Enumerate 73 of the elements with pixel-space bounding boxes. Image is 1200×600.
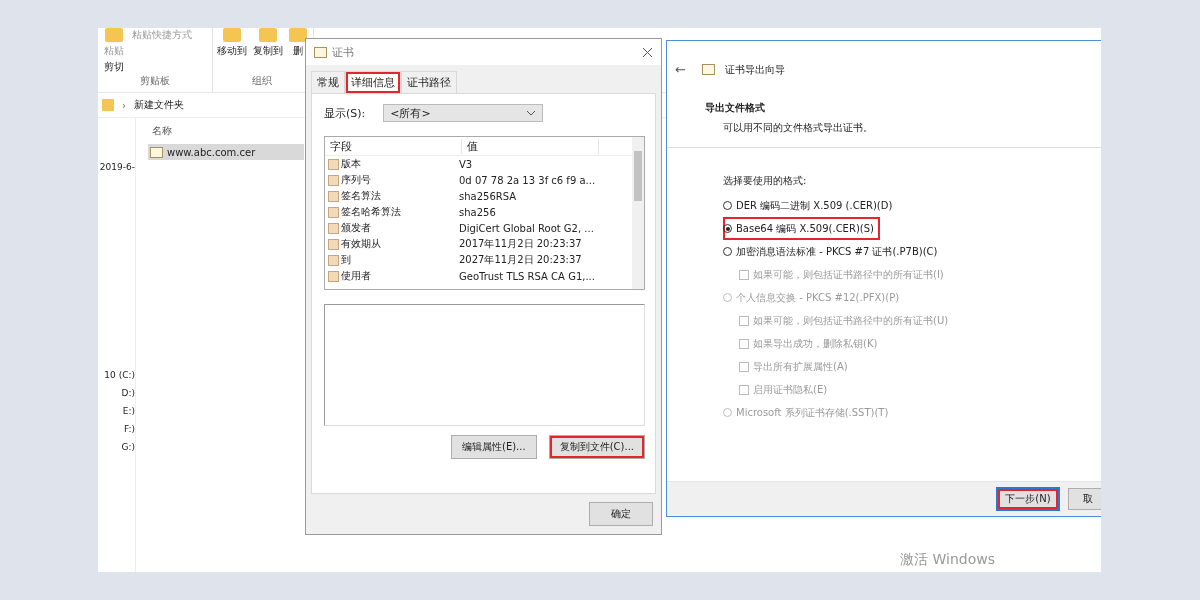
back-arrow-icon[interactable]: ←	[675, 62, 686, 77]
table-cell-text: sha256RSA	[458, 190, 517, 202]
table-cell: 到	[325, 253, 454, 267]
folder-icon	[105, 28, 123, 42]
table-cell: 有效期从	[325, 237, 454, 251]
folder-icon	[223, 28, 241, 42]
table-cell-text: 2027年11月2日 20:23:37	[458, 253, 582, 267]
nav-item[interactable]: E:)	[122, 402, 135, 420]
column-header[interactable]: 字段	[325, 138, 462, 154]
table-cell: 签名哈希算法	[325, 205, 454, 219]
certificate-icon	[314, 46, 327, 58]
field-icon	[328, 206, 339, 218]
table-cell: 使用者	[325, 269, 454, 283]
table-cell-text: 0d 07 78 2a 13 3f c6 f9 a...	[458, 174, 596, 186]
table-cell-text: sha256	[458, 206, 496, 218]
breadcrumb-item[interactable]: 新建文件夹	[134, 98, 184, 112]
nav-item[interactable]: G:)	[121, 438, 135, 456]
field-icon	[328, 174, 339, 186]
certificate-icon	[150, 146, 163, 158]
certificate-icon	[701, 64, 715, 75]
nav-item[interactable]: F:)	[123, 420, 135, 438]
table-cell: 序列号	[325, 173, 454, 187]
field-icon	[328, 190, 339, 202]
field-icon	[328, 238, 339, 250]
scrollbar[interactable]	[632, 137, 644, 289]
table-cell: 版本	[325, 157, 454, 171]
prompt-text: 选择要使用的格式:	[723, 174, 808, 188]
column-header[interactable]: 名称	[148, 124, 304, 138]
section-description: 可以用不同的文件格式导出证书。	[722, 121, 874, 135]
folder-icon	[102, 99, 114, 111]
field-label: 显示(S):	[324, 105, 366, 121]
field-icon	[328, 254, 339, 266]
wizard-button[interactable]: 取	[1068, 488, 1101, 510]
folder-icon	[259, 28, 277, 42]
table-cell-text: GeoTrust TLS RSA CA G1,...	[458, 270, 595, 282]
ribbon-group-label: 剪贴板	[140, 74, 170, 88]
field-icon	[328, 270, 339, 282]
radio-option[interactable]: DER 编码二进制 X.509 (.CER)(D)	[723, 194, 899, 217]
nav-item[interactable]: D:)	[121, 384, 135, 402]
chevron-down-icon	[526, 110, 537, 116]
tab[interactable]: 常规	[311, 71, 345, 93]
chevron-icon: ›	[122, 99, 126, 111]
dropdown[interactable]: <所有>	[383, 104, 544, 122]
table-cell-text: DigiCert Global Root G2, ...	[458, 222, 594, 234]
ok-button[interactable]: 确定	[589, 502, 653, 526]
radio-option[interactable]: 加密消息语法标准 - PKCS #7 证书(.P7B)(C)	[723, 240, 944, 263]
wizard-title: 证书导出向导	[724, 62, 785, 77]
dialog-button[interactable]: 编辑属性(E)...	[451, 435, 537, 459]
table-cell: 签名算法	[325, 189, 454, 203]
ribbon-button[interactable]: 移动到	[217, 28, 247, 58]
close-icon[interactable]	[642, 46, 653, 58]
ribbon-group-label: 组织	[252, 74, 272, 88]
folder-icon	[289, 28, 307, 42]
nav-item[interactable]: 10 (C:)	[104, 366, 135, 384]
ribbon-button[interactable]: 复制到	[253, 28, 283, 58]
window-title: 证书	[332, 44, 355, 60]
activation-notice: 激活 Windows	[900, 550, 995, 568]
tab[interactable]: 证书路径	[401, 71, 457, 93]
section-heading: 导出文件格式	[705, 101, 766, 115]
table-cell-text: V3	[458, 158, 473, 170]
table-cell: 颁发者	[325, 221, 454, 235]
radio-option[interactable]: Base64 编码 X.509(.CER)(S)	[723, 217, 880, 240]
table-cell-text: 2017年11月2日 20:23:37	[458, 237, 582, 251]
column-header[interactable]: 值	[462, 138, 599, 154]
tab[interactable]: 详细信息	[345, 71, 401, 93]
nav-item[interactable]: 2019-6-	[99, 158, 135, 176]
field-icon	[328, 158, 339, 170]
wizard-button[interactable]: 下一步(N)	[996, 487, 1060, 511]
ribbon-button[interactable]: 剪切	[104, 60, 124, 74]
dialog-button[interactable]: 复制到文件(C)...	[548, 435, 645, 459]
field-icon	[328, 222, 339, 234]
file-item[interactable]: www.abc.com.cer	[148, 144, 304, 160]
ribbon-button[interactable]: 删	[289, 28, 307, 58]
